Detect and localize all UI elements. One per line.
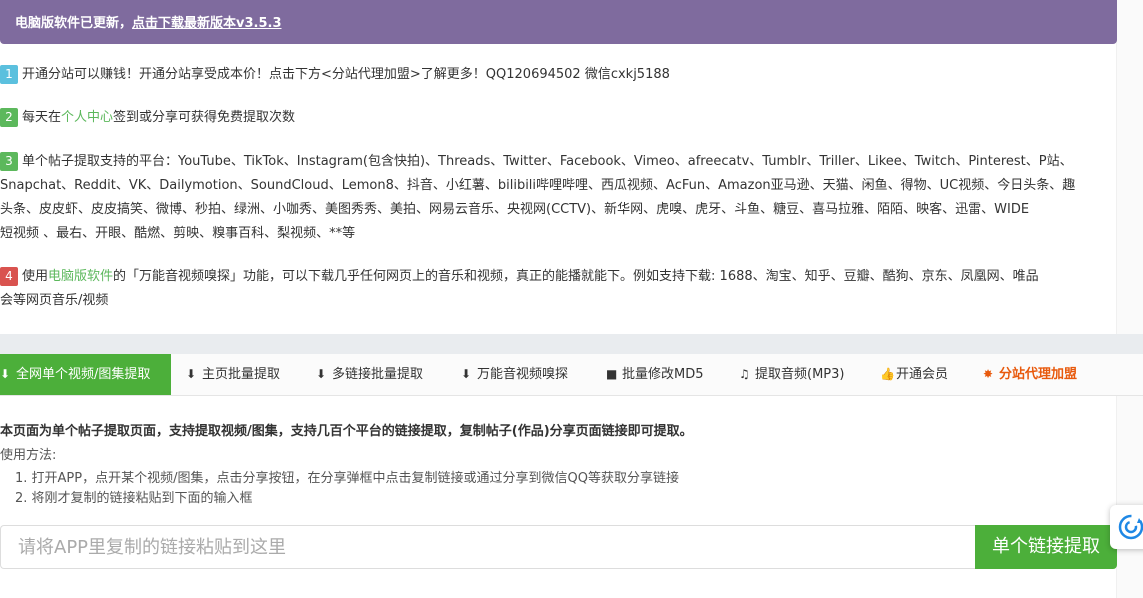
personal-center-link[interactable]: 个人中心	[61, 110, 113, 125]
video-camera-icon: ■	[606, 367, 618, 381]
update-banner: 电脑版软件已更新，点击下载最新版本v3.5.3	[0, 0, 1117, 44]
banner-text-block: 电脑版软件已更新，点击下载最新版本v3.5.3	[15, 12, 282, 31]
notice-line: 4 使用电脑版软件的「万能音视频嗅探」功能，可以下载几乎任何网页上的音乐和视频，真…	[0, 265, 1118, 289]
download-latest-link[interactable]: 点击下载最新版本v3.5.3	[132, 16, 282, 31]
notice-line: Snapchat、Reddit、VK、Dailymotion、SoundClou…	[0, 178, 1076, 193]
download-icon: ⬇	[0, 367, 11, 381]
maple-leaf-icon: ✸	[983, 367, 994, 381]
desktop-software-link[interactable]: 电脑版软件	[48, 269, 113, 284]
notice-text: 的「万能音视频嗅探」功能，可以下载几乎任何网页上的音乐和视频，真正的能播就能下。…	[113, 269, 1039, 284]
tab-extract-audio[interactable]: ♫ 提取音频(MP3)	[739, 354, 844, 395]
tab-label: 主页批量提取	[202, 367, 281, 382]
notice-number-badge: 2	[0, 108, 18, 127]
notice-1: 1 开通分站可以赚钱！开通分站享受成本价！点击下方<分站代理加盟>了解更多！QQ1…	[0, 63, 1118, 87]
tab-media-sniffer[interactable]: ⬇ 万能音视频嗅探	[461, 354, 568, 395]
thumbs-up-icon: 👍	[880, 367, 895, 381]
tab-label: 全网单个视频/图集提取	[16, 367, 151, 382]
notice-line: 头条、皮皮虾、皮皮搞笑、微博、秒拍、绿洲、小咖秀、美图秀秀、美拍、网易云音乐、央…	[0, 202, 1030, 217]
page-description: 本页面为单个帖子提取页面，支持提取视频/图集，支持几百个平台的链接提取，复制帖子…	[0, 424, 693, 439]
tab-label: 提取音频(MP3)	[755, 367, 845, 382]
notice-line: 短视频 、最右、开眼、酷燃、剪映、糗事百科、梨视频、**等	[0, 226, 356, 241]
banner-message: 电脑版软件已更新，	[15, 16, 133, 31]
tab-agent-join[interactable]: ✸ 分站代理加盟	[983, 354, 1077, 395]
notice-number-badge: 1	[0, 65, 18, 84]
tab-bar: ⬇ 全网单个视频/图集提取 ⬇ 主页批量提取 ⬇ 多链接批量提取 ⬇ 万能音视频嗅探 ■…	[0, 354, 1143, 396]
notice-text: 开通分站可以赚钱！开通分站享受成本价！点击下方<分站代理加盟>了解更多！QQ12…	[22, 67, 670, 82]
single-link-extract-button[interactable]: 单个链接提取	[975, 525, 1117, 569]
section-divider	[0, 334, 1143, 354]
notice-3: 3 单个帖子提取支持的平台：YouTube、TikTok、Instagram(包含…	[0, 150, 1118, 246]
tab-batch-md5[interactable]: ■ 批量修改MD5	[606, 354, 704, 395]
notice-line: 3 单个帖子提取支持的平台：YouTube、TikTok、Instagram(包含…	[0, 150, 1118, 174]
notice-number-badge: 3	[0, 152, 18, 171]
notice-2: 2 每天在个人中心签到或分享可获得免费提取次数	[0, 106, 1118, 130]
floating-helper-widget[interactable]	[1110, 505, 1143, 549]
download-icon: ⬇	[186, 367, 197, 381]
tab-label: 万能音视频嗅探	[477, 367, 569, 382]
tab-label: 开通会员	[896, 367, 949, 382]
tab-label: 多链接批量提取	[332, 367, 424, 382]
link-input[interactable]	[1, 526, 974, 568]
download-icon: ⬇	[316, 367, 327, 381]
notice-text: 使用	[22, 269, 49, 284]
notice-text: 每天在	[22, 110, 62, 125]
notice-line: 会等网页音乐/视频	[0, 293, 109, 308]
tab-label: 分站代理加盟	[999, 367, 1078, 382]
platforms-text: 单个帖子提取支持的平台：YouTube、TikTok、Instagram(包含快…	[22, 154, 1073, 169]
usage-step: 1. 打开APP，点开某个视频/图集，点击分享按钮，在分享弹框中点击复制链接或通…	[15, 471, 679, 486]
link-input-container	[0, 525, 975, 569]
download-icon: ⬇	[461, 367, 472, 381]
notice-text: 签到或分享可获得免费提取次数	[113, 110, 296, 125]
tab-multi-link-batch[interactable]: ⬇ 多链接批量提取	[316, 354, 423, 395]
notice-4: 4 使用电脑版软件的「万能音视频嗅探」功能，可以下载几乎任何网页上的音乐和视频，真…	[0, 265, 1118, 313]
tab-label: 批量修改MD5	[622, 367, 704, 382]
usage-label: 使用方法:	[0, 448, 57, 463]
tab-membership[interactable]: 👍开通会员	[880, 354, 948, 395]
music-note-icon: ♫	[739, 367, 750, 381]
tab-single-extract[interactable]: ⬇ 全网单个视频/图集提取	[0, 354, 171, 395]
refresh-cycle-icon	[1118, 514, 1143, 540]
usage-step: 2. 将刚才复制的链接粘贴到下面的输入框	[15, 491, 253, 506]
notice-number-badge: 4	[0, 267, 18, 286]
tab-homepage-batch[interactable]: ⬇ 主页批量提取	[186, 354, 280, 395]
